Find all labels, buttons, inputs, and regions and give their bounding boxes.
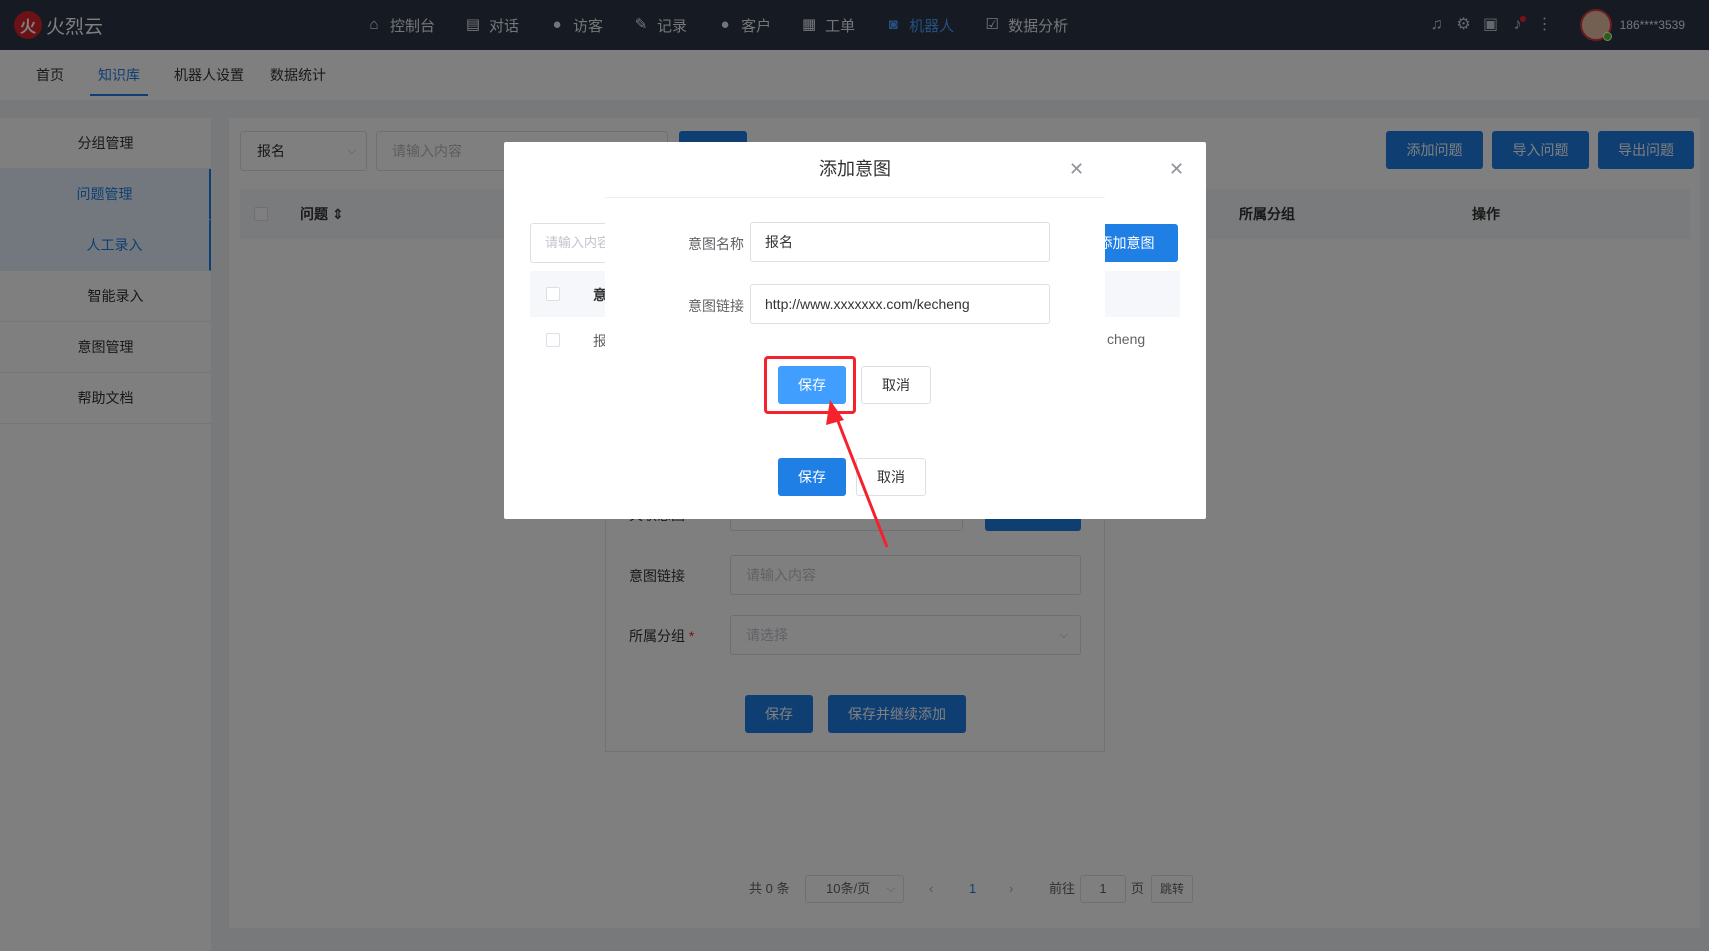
close-icon[interactable]: ✕ (1169, 160, 1184, 178)
title-divider (605, 197, 1105, 198)
select-all-checkbox[interactable] (546, 287, 560, 301)
row-checkbox[interactable] (546, 333, 560, 347)
save-button[interactable]: 保存 (778, 366, 846, 404)
intent-name-input[interactable]: 报名 (750, 222, 1050, 262)
intent-dialog-cancel-button[interactable]: 取消 (856, 458, 926, 496)
row-intent-link: cheng (1107, 331, 1146, 347)
intent-dialog-save-button[interactable]: 保存 (778, 458, 846, 496)
intent-link-input[interactable]: http://www.xxxxxxx.com/kecheng (750, 284, 1050, 324)
dialog-title: 添加意图 (819, 159, 891, 179)
intent-link-label: 意图链接 (688, 298, 744, 314)
cancel-button[interactable]: 取消 (861, 366, 931, 404)
close-icon[interactable]: ✕ (1069, 160, 1084, 178)
intent-name-label: 意图名称 (688, 236, 744, 252)
